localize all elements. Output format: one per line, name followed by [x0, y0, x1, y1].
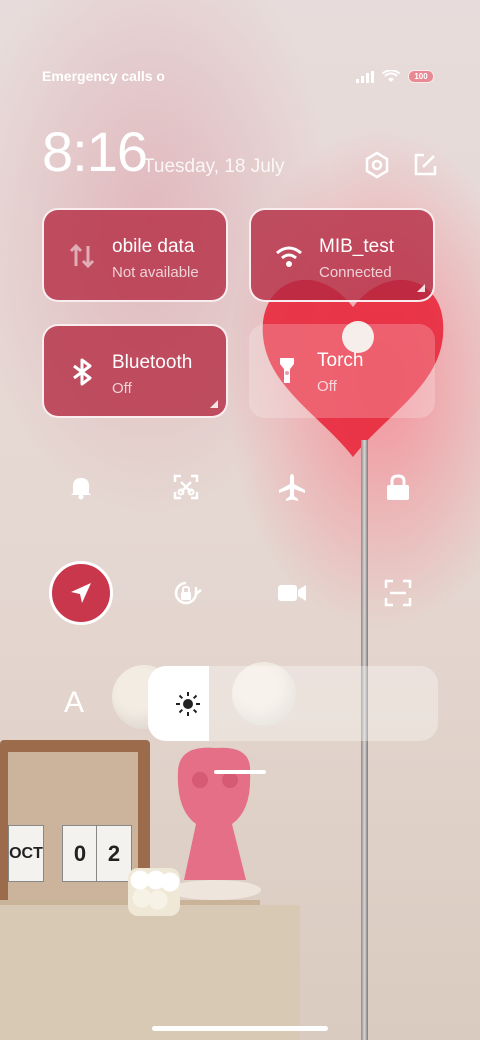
toggle-lock-screen[interactable]	[366, 455, 430, 519]
clock-time: 8:16	[42, 120, 148, 183]
signal-icon	[356, 70, 374, 83]
tile-label: Bluetooth	[112, 352, 193, 373]
auto-brightness-button[interactable]: A	[64, 686, 84, 720]
video-camera-icon	[278, 585, 306, 601]
tile-status: Off	[112, 380, 132, 397]
wifi-icon	[276, 246, 302, 267]
edit-icon[interactable]	[410, 150, 440, 180]
home-indicator[interactable]	[152, 1026, 328, 1031]
rotation-lock-icon	[174, 581, 202, 605]
settings-icon[interactable]	[362, 150, 392, 180]
bell-icon	[71, 478, 91, 500]
toggle-location[interactable]	[49, 561, 113, 625]
torch-icon	[280, 358, 294, 383]
toggle-airplane[interactable]	[260, 455, 324, 519]
tile-torch[interactable]: Torch Off	[249, 324, 435, 418]
toggle-screen-recorder[interactable]	[260, 561, 324, 625]
tile-mobile-data[interactable]: obile data Not available	[42, 208, 228, 302]
toggle-screenshot[interactable]	[154, 455, 218, 519]
tile-label: Torch	[317, 350, 364, 371]
tile-bluetooth[interactable]: Bluetooth Off	[42, 324, 228, 418]
airplane-icon	[279, 474, 305, 501]
toggle-rotation-lock[interactable]	[154, 561, 218, 625]
mobile-data-icon	[69, 243, 95, 269]
bluetooth-icon	[73, 358, 92, 386]
tile-status: Connected	[319, 264, 392, 281]
tile-label: obile data	[112, 236, 195, 257]
scan-icon	[384, 579, 412, 607]
expand-corner-icon[interactable]	[417, 284, 425, 292]
tile-status: Not available	[112, 264, 199, 281]
tile-label: MIB_test	[319, 236, 394, 257]
brightness-slider[interactable]	[148, 666, 438, 741]
toggle-scanner[interactable]	[366, 561, 430, 625]
tile-wifi[interactable]: MIB_test Connected	[249, 208, 435, 302]
toggle-sound[interactable]	[49, 455, 113, 519]
screenshot-cross-icon	[173, 474, 199, 500]
wifi-icon	[382, 70, 400, 82]
lock-icon	[387, 474, 409, 500]
panel-drag-handle[interactable]	[214, 770, 266, 774]
location-icon	[71, 583, 91, 603]
sun-icon	[176, 692, 200, 716]
battery-icon: 100	[408, 70, 434, 83]
status-bar: Emergency calls o 100	[42, 68, 438, 86]
clock-date: Tuesday, 18 July	[143, 156, 285, 177]
tile-status: Off	[317, 378, 337, 395]
carrier-text: Emergency calls o	[42, 68, 165, 84]
expand-corner-icon[interactable]	[210, 400, 218, 408]
flip-calendar-image: OCT 0 2	[8, 825, 132, 890]
